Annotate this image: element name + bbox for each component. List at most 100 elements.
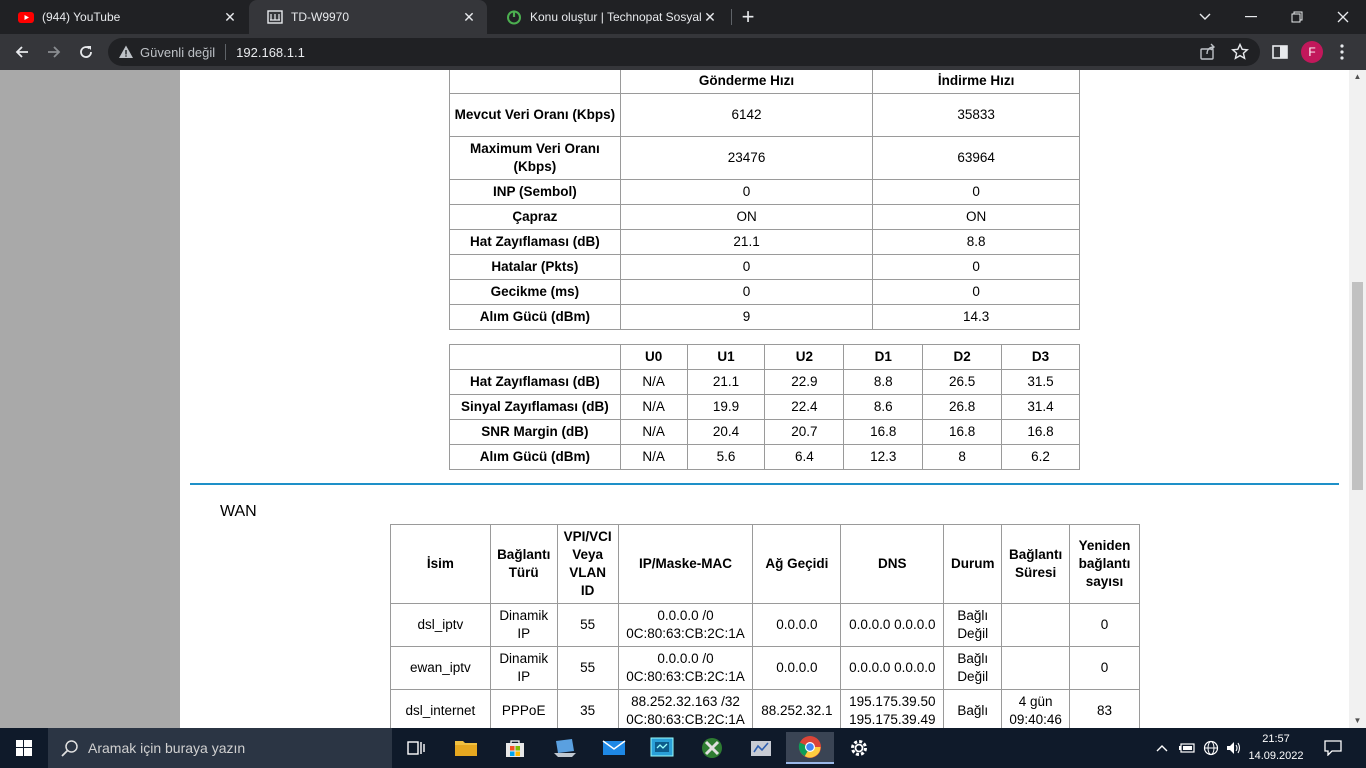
taskbar-mail[interactable] <box>590 732 638 764</box>
browser-toolbar: Güvenli değil 192.168.1.1 <box>0 34 1366 70</box>
task-view-button[interactable] <box>392 732 440 764</box>
forward-button[interactable] <box>42 40 66 64</box>
table-row: Çapraz ON ON <box>449 204 1080 230</box>
taskbar-app-device[interactable] <box>541 732 589 764</box>
table-header: Ağ Geçidi <box>752 524 842 604</box>
taskbar-app-monitor[interactable] <box>638 732 686 764</box>
downstream-value: 0 <box>872 179 1080 205</box>
table-header: Yeniden bağlantı sayısı <box>1069 524 1140 604</box>
wan-ip-mac: 88.252.32.163 /32 0C:80:63:CB:2C:1A <box>617 689 754 728</box>
new-tab-button[interactable]: + <box>738 6 758 28</box>
upstream-value: 0 <box>619 254 874 280</box>
scrollbar-thumb[interactable] <box>1352 282 1363 490</box>
table-header-row: U0 U1 U2 D1 D2 D3 <box>449 344 1080 370</box>
close-tab-icon[interactable]: ✕ <box>222 9 238 25</box>
taskbar-clock[interactable]: 21:57 14.09.2022 <box>1246 731 1306 765</box>
bookmark-star-icon[interactable] <box>1231 43 1249 61</box>
close-window-button[interactable] <box>1320 0 1366 34</box>
scroll-down-arrow[interactable]: ▼ <box>1349 714 1366 728</box>
upstream-value: ON <box>619 204 874 230</box>
table-header: D1 <box>843 344 924 370</box>
row-label: Alım Gücü (dBm) <box>449 304 621 330</box>
wan-ip: 0.0.0.0 /0 <box>657 608 714 623</box>
table-header: IP/Maske-MAC <box>617 524 754 604</box>
row-label: Alım Gücü (dBm) <box>449 444 621 470</box>
line-stats-table: Gönderme Hızı İndirme Hızı Mevcut Veri O… <box>449 70 1080 330</box>
upstream-value: 0 <box>619 279 874 305</box>
scroll-up-arrow[interactable]: ▲ <box>1349 70 1366 84</box>
tray-battery[interactable] <box>1176 728 1198 768</box>
wan-type: PPPoE <box>489 689 558 728</box>
table-cell: 6.2 <box>1001 444 1080 470</box>
chrome-icon <box>798 736 821 758</box>
upstream-value: 6142 <box>619 93 874 137</box>
url-text[interactable]: 192.168.1.1 <box>236 45 305 60</box>
table-row: ewan_iptv Dinamik IP 55 0.0.0.0 /0 0C:80:… <box>390 646 1140 690</box>
tray-volume[interactable] <box>1224 728 1244 768</box>
taskbar-chrome[interactable] <box>786 732 834 764</box>
back-button[interactable] <box>10 40 34 64</box>
notification-icon <box>1324 740 1342 756</box>
side-panel-icon[interactable] <box>1271 43 1289 61</box>
left-sidebar-area <box>0 70 180 728</box>
table-header-row: İsim Bağlantı Türü VPI/VCI Veya VLAN ID … <box>390 524 1140 604</box>
taskbar-search-box[interactable]: Aramak için buraya yazın <box>48 728 392 768</box>
table-row: Mevcut Veri Oranı (Kbps) 6142 35833 <box>449 93 1080 137</box>
table-header: İsim <box>390 524 491 604</box>
profile-avatar[interactable]: F <box>1301 41 1323 63</box>
share-icon[interactable] <box>1199 43 1217 61</box>
taskbar-file-explorer[interactable] <box>442 732 490 764</box>
warning-icon[interactable] <box>118 44 134 60</box>
table-header-row: Gönderme Hızı İndirme Hızı <box>449 70 1080 94</box>
menu-dots-icon[interactable] <box>1333 43 1351 61</box>
tool-app-icon <box>751 741 771 756</box>
close-tab-icon[interactable]: ✕ <box>461 9 477 25</box>
tab-title: (944) YouTube <box>42 10 121 24</box>
wan-vpi: 55 <box>556 646 619 690</box>
tab-tdw9970[interactable]: TD-W9970 ✕ <box>249 0 487 34</box>
tab-search-icon[interactable] <box>1182 0 1228 34</box>
device-app-icon <box>554 739 576 757</box>
downstream-value: 35833 <box>872 93 1080 137</box>
wan-status: Bağlı <box>943 689 1003 728</box>
table-header <box>449 344 621 370</box>
tray-network[interactable] <box>1200 728 1222 768</box>
clock-time: 21:57 <box>1262 733 1290 745</box>
wan-status: Bağlı Değil <box>943 603 1003 647</box>
page-scrollbar[interactable]: ▲ ▼ <box>1349 70 1366 728</box>
wan-type: Dinamik IP <box>489 646 558 690</box>
address-bar[interactable]: Güvenli değil 192.168.1.1 <box>108 38 1260 66</box>
table-cell: 31.4 <box>1001 394 1080 420</box>
table-row: Hat Zayıflaması (dB) 21.1 8.8 <box>449 229 1080 255</box>
notification-center-button[interactable] <box>1318 728 1348 768</box>
taskbar-app-xbox[interactable] <box>688 732 736 764</box>
downstream-value: 14.3 <box>872 304 1080 330</box>
taskbar-store[interactable] <box>491 732 539 764</box>
start-button[interactable] <box>0 728 48 768</box>
wan-gateway: 0.0.0.0 <box>752 646 842 690</box>
tab-youtube[interactable]: (944) YouTube ✕ <box>0 0 248 34</box>
taskbar-settings[interactable] <box>835 732 883 764</box>
search-placeholder: Aramak için buraya yazın <box>88 740 246 756</box>
wan-vpi: 55 <box>556 603 619 647</box>
table-row: dsl_iptv Dinamik IP 55 0.0.0.0 /0 0C:80:6… <box>390 603 1140 647</box>
restore-button[interactable] <box>1274 0 1320 34</box>
technopat-icon <box>507 10 521 25</box>
table-cell: 26.8 <box>922 394 1003 420</box>
table-cell: 16.8 <box>922 419 1003 445</box>
wan-ip: 0.0.0.0 /0 <box>657 651 714 666</box>
taskbar-app-tool[interactable] <box>737 732 785 764</box>
table-cell: 8 <box>922 444 1003 470</box>
table-header: U1 <box>686 344 766 370</box>
tab-technopat[interactable]: Konu oluştur | Technopat Sosyal ✕ <box>488 0 728 34</box>
wan-mac: 0C:80:63:CB:2C:1A <box>626 712 745 727</box>
minimize-button[interactable] <box>1228 0 1274 34</box>
reload-button[interactable] <box>74 40 98 64</box>
tray-overflow-button[interactable] <box>1152 728 1172 768</box>
security-label[interactable]: Güvenli değil <box>140 45 215 60</box>
omnibox-divider <box>225 44 227 60</box>
wan-section-title: WAN <box>220 503 257 520</box>
close-tab-icon[interactable]: ✕ <box>702 9 718 25</box>
section-divider <box>190 483 1339 485</box>
wan-reconnect: 83 <box>1069 689 1140 728</box>
